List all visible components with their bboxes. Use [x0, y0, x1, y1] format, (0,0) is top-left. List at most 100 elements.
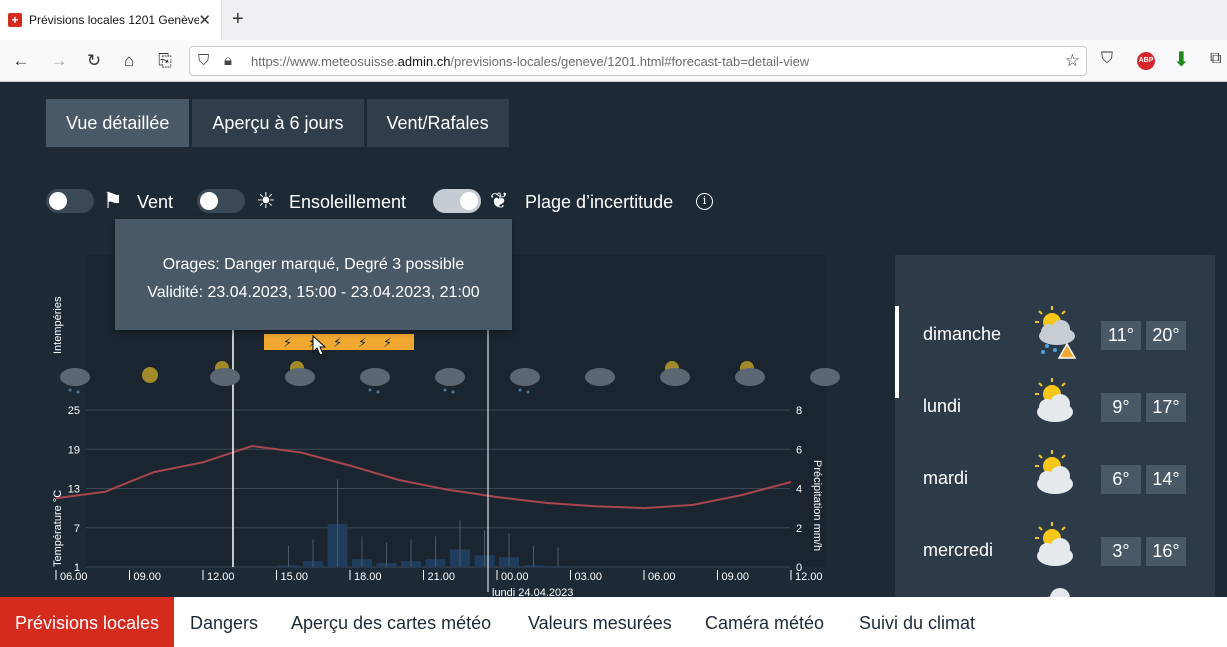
- tab-detailed-view[interactable]: Vue détaillée: [46, 99, 190, 147]
- url-prefix: https://www.meteosuisse.: [251, 54, 398, 69]
- y-right-tick: 8: [796, 405, 802, 417]
- rain-drop-icon: [451, 390, 455, 394]
- url-bar[interactable]: ⛉ 🔒︎ https://www.meteosuisse.admin.ch/pr…: [189, 46, 1087, 76]
- info-icon[interactable]: i: [696, 193, 713, 210]
- y-left-tick: 25: [68, 405, 80, 417]
- temp-min: 6°: [1101, 465, 1141, 494]
- y-left-label: Température °C: [52, 490, 64, 567]
- sun-cloud-icon: [1035, 450, 1073, 494]
- view-tabs: Vue détaillée Aperçu à 6 jours Vent/Rafa…: [46, 99, 509, 147]
- browser-tab[interactable]: + Prévisions locales 1201 Genève - M ✕: [0, 0, 222, 40]
- x-tick-label: 09.00: [134, 571, 162, 583]
- wind-toggle-label: Vent: [137, 192, 174, 212]
- shield-icon[interactable]: ⛉: [198, 52, 209, 69]
- tab-wind-gusts[interactable]: Vent/Rafales: [366, 99, 509, 147]
- sunshine-toggle-label: Ensoleillement: [289, 192, 407, 212]
- sun-icon: [142, 367, 158, 383]
- x-tick-label: 06.00: [60, 571, 88, 583]
- day-name: mercredi: [923, 540, 994, 560]
- tab-6-day-overview[interactable]: Aperçu à 6 jours: [192, 99, 364, 147]
- forward-icon[interactable]: →: [48, 51, 70, 71]
- close-tab-icon[interactable]: ✕: [198, 11, 211, 29]
- reload-icon[interactable]: ↻: [83, 51, 105, 71]
- download-icon[interactable]: ⬇: [1173, 47, 1190, 72]
- y-right-label: Précipitation mm/h: [811, 460, 823, 551]
- daily-forecast-panel: dimanche 11° 20° lundi 9° 17° mardi 6° 1…: [895, 255, 1215, 597]
- nav-climate[interactable]: Suivi du climat: [859, 597, 975, 647]
- x-tick-label: 00.00: [501, 571, 529, 583]
- cloud-icon: [210, 368, 240, 386]
- nav-weather-maps[interactable]: Aperçu des cartes météo: [291, 597, 491, 647]
- day-row-sunday[interactable]: dimanche 11° 20°: [895, 306, 1215, 398]
- temp-max: 14°: [1146, 465, 1186, 494]
- uncertainty-icon: ❦: [490, 188, 509, 213]
- url-host: admin.ch: [397, 54, 451, 69]
- temperature-line: [55, 444, 792, 510]
- temp-min: 9°: [1101, 393, 1141, 422]
- x-tick-label: 03.00: [575, 571, 603, 583]
- x-tick-label: 06.00: [648, 571, 676, 583]
- forecast-page: Vue détaillée Aperçu à 6 jours Vent/Rafa…: [0, 82, 1227, 597]
- x-tick-label: 09.00: [722, 571, 750, 583]
- pocket-icon[interactable]: ⛉: [1101, 50, 1113, 68]
- day-name: dimanche: [923, 324, 1002, 344]
- browser-tabstrip: + Prévisions locales 1201 Genève - M ✕ +: [0, 0, 1227, 40]
- cloud-icon: [810, 368, 840, 386]
- mouse-cursor: [312, 335, 326, 356]
- nav-measured-values[interactable]: Valeurs mesurées: [528, 597, 672, 647]
- temp-max: 17°: [1146, 393, 1186, 422]
- x-tick-label: 21.00: [428, 571, 456, 583]
- adblock-icon[interactable]: ABP: [1137, 52, 1155, 70]
- y-right-tick: 6: [796, 444, 802, 456]
- uncertainty-toggle[interactable]: [433, 189, 481, 213]
- toggle-knob: [200, 192, 218, 210]
- x-tick-label: 18.00: [354, 571, 382, 583]
- warning-tooltip: Orages: Danger marqué, Degré 3 possible …: [115, 219, 512, 330]
- browser-navbar: ← → ↻ ⌂ ⎘ ⛉ 🔒︎ https://www.meteosuisse.a…: [0, 40, 1227, 82]
- rain-drop-icon: [526, 390, 530, 394]
- rain-drop-icon: [518, 388, 522, 392]
- y-left-tick: 7: [74, 523, 80, 535]
- windsock-icon: ⚑: [103, 188, 123, 213]
- url-text[interactable]: https://www.meteosuisse.admin.ch/previsi…: [251, 54, 809, 69]
- url-path: /previsions-locales/geneve/1201.html#for…: [450, 54, 810, 69]
- temp-max: 20°: [1146, 321, 1186, 350]
- screenshot-icon[interactable]: ⎘: [154, 51, 176, 71]
- nav-weather-camera[interactable]: Caméra météo: [705, 597, 824, 647]
- home-icon[interactable]: ⌂: [118, 51, 140, 71]
- lightning-icon: ⚡: [383, 336, 392, 351]
- nav-local-forecast[interactable]: Prévisions locales: [0, 597, 175, 647]
- new-tab-icon[interactable]: +: [232, 8, 244, 31]
- x-tick-label: 15.00: [281, 571, 309, 583]
- rain-drop-icon: [68, 388, 72, 392]
- wind-toggle[interactable]: [46, 189, 94, 213]
- extensions-icon[interactable]: ⧉: [1210, 50, 1221, 68]
- cloud-icon: [360, 368, 390, 386]
- back-icon[interactable]: ←: [10, 51, 32, 71]
- intemperies-label: Intempéries: [52, 296, 64, 354]
- day-row-tuesday[interactable]: mardi 6° 14°: [895, 450, 1215, 522]
- bookmark-star-icon[interactable]: ☆: [1065, 51, 1080, 71]
- tooltip-line1: Orages: Danger marqué, Degré 3 possible: [162, 256, 465, 273]
- cloud-icon: [510, 368, 540, 386]
- rain-drop-icon: [376, 390, 380, 394]
- day-row-monday[interactable]: lundi 9° 17°: [895, 378, 1215, 450]
- rain-thunder-warning-icon: [1035, 306, 1077, 359]
- rain-drop-icon: [368, 388, 372, 392]
- tab-title: Prévisions locales 1201 Genève - M: [29, 13, 199, 27]
- y-right-tick: 4: [796, 484, 802, 496]
- lock-icon[interactable]: 🔒︎: [224, 52, 232, 69]
- toggle-knob: [49, 192, 67, 210]
- sun-cloud-icon: [1035, 378, 1073, 422]
- toggle-knob: [460, 192, 478, 210]
- sun-icon: ☀: [256, 188, 276, 213]
- nav-dangers[interactable]: Dangers: [190, 597, 258, 647]
- sun-cloud-icon: [1035, 522, 1073, 566]
- date-label: lundi 24.04.2023: [492, 587, 573, 597]
- sunshine-toggle[interactable]: [197, 189, 245, 213]
- temp-min: 3°: [1101, 537, 1141, 566]
- temp-max: 16°: [1146, 537, 1186, 566]
- day-row-wednesday[interactable]: mercredi 3° 16°: [895, 522, 1215, 594]
- x-tick-label: 12.00: [795, 571, 823, 583]
- uncertainty-toggle-label: Plage d’incertitude: [525, 192, 674, 212]
